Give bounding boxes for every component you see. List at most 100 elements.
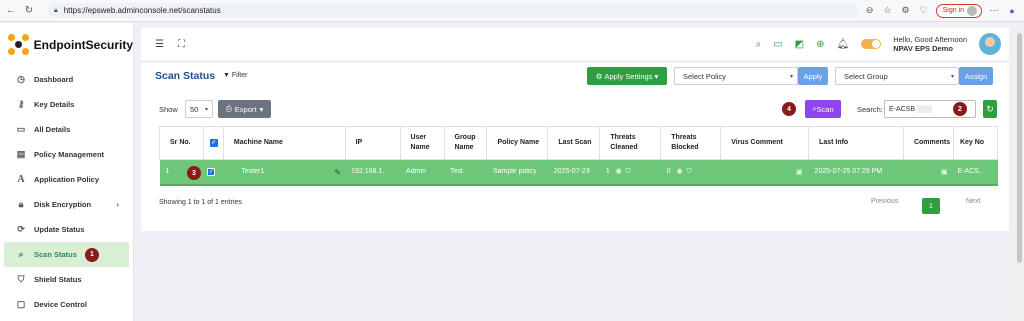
menu-dots-icon[interactable]: ⋯	[988, 5, 1000, 17]
scrollbar-thumb[interactable]	[1017, 33, 1022, 263]
edit-icon[interactable]: ✎	[334, 168, 341, 177]
shield-icon: ⛉	[17, 274, 25, 284]
table-header-row: Sr No. ✓ Machine Name IP User Name Group…	[159, 126, 999, 160]
search-icon[interactable]: ⌕	[756, 39, 762, 50]
zoom-icon[interactable]: ⊖	[864, 5, 876, 17]
filter-button[interactable]: ▼ Filter	[223, 72, 247, 79]
eye-icon[interactable]: ◉	[673, 168, 687, 175]
sign-in-button[interactable]: Sign in	[935, 3, 982, 18]
remote-screen-icon[interactable]: ◩	[795, 39, 804, 50]
check-icon: ✓	[207, 167, 216, 176]
avatar[interactable]	[979, 33, 1001, 55]
sidebar-item-disk-encryption[interactable]: 🔒︎ Disk Encryption ›	[0, 192, 133, 217]
bell-icon[interactable]: 🔔︎	[836, 39, 849, 50]
key-icon: ⚷	[17, 99, 25, 109]
column-header[interactable]: Comments	[902, 126, 954, 160]
comment-icon[interactable]: ▣	[796, 169, 803, 176]
device-icon: ▢	[16, 299, 26, 309]
step-badge: 1	[84, 247, 99, 262]
refresh-icon: ⟳	[17, 224, 25, 234]
column-header[interactable]: Group Name	[443, 126, 488, 160]
column-header[interactable]: Last Scan	[547, 126, 601, 160]
back-icon[interactable]: ←	[4, 4, 18, 18]
url-text: https://epsweb.adminconsole.net/scanstat…	[63, 6, 221, 15]
page-1-button[interactable]: 1	[922, 198, 940, 214]
column-header[interactable]: Policy Name	[486, 126, 549, 160]
sidebar-item-application-policy[interactable]: A Application Policy	[0, 167, 133, 192]
monitor-icon[interactable]: ▭	[773, 39, 782, 50]
caret-down-icon: ▾	[204, 106, 208, 113]
export-button[interactable]: ⎙ Export ▾	[218, 100, 271, 118]
cell-policy-name: Sample policy	[486, 159, 548, 186]
column-header[interactable]: Key No	[952, 126, 999, 160]
column-header[interactable]: Last Info	[808, 126, 904, 160]
column-header[interactable]: Threats Blocked	[660, 126, 722, 160]
top-header: ☰ ⛶ ⌕ ▭ ◩ ⊕ 🔔︎ Hello, Good Afternoon NPA…	[141, 28, 1009, 60]
sidebar-item-scan-status[interactable]: ⌕ Scan Status 1	[4, 242, 129, 267]
table-row[interactable]: 1 ✓ Tester1 ✎ 192.168.1. Admin Test Samp…	[159, 159, 998, 186]
collections-icon[interactable]: ♡	[918, 5, 930, 17]
cell-ip: 192.168.1.	[345, 159, 401, 186]
column-header[interactable]: Threats Cleaned	[599, 126, 662, 160]
step-badge: 4	[782, 102, 796, 116]
sidebar-item-policy-management[interactable]: ▤ Policy Management	[0, 142, 133, 167]
hamburger-menu-icon[interactable]: ☰	[155, 39, 164, 50]
cell-group-name: Test	[444, 159, 487, 186]
page-title: Scan Status	[155, 70, 216, 82]
sidebar: EndpointSecurity ◷ Dashboard ⚷ Key Details…	[0, 23, 134, 321]
row-checkbox[interactable]: ✓	[203, 159, 224, 186]
sidebar-item-shield-status[interactable]: ⛉ Shield Status	[0, 267, 133, 292]
column-header[interactable]: Sr No.	[159, 126, 204, 160]
fullscreen-icon[interactable]: ⛶	[178, 39, 185, 50]
cell-key-no: E-ACS..	[953, 159, 998, 186]
theme-toggle[interactable]	[861, 39, 882, 49]
caret-down-icon: ▾	[259, 104, 264, 114]
favorite-icon[interactable]: ☆	[882, 5, 894, 17]
cell-last-scan: 2025-07-23	[547, 159, 600, 186]
profile-icon	[967, 5, 977, 16]
apply-settings-button[interactable]: ⚙ Apply Settings ▾	[587, 67, 667, 85]
shield-icon[interactable]: ⛉	[687, 168, 692, 175]
copilot-icon[interactable]: ●	[1006, 5, 1018, 17]
select-all-checkbox[interactable]: ✓	[202, 126, 224, 160]
shield-icon[interactable]: ⛉	[626, 168, 631, 175]
extensions-icon[interactable]: ⚙	[900, 5, 912, 17]
sidebar-item-all-details[interactable]: ▭ All Details	[0, 117, 133, 142]
globe-icon[interactable]: ⊕	[816, 39, 824, 50]
column-header[interactable]: Virus Comment	[720, 126, 810, 160]
policy-select[interactable]: Select Policy ▾	[674, 67, 798, 85]
lock-icon: 🔒︎	[54, 6, 58, 14]
sidebar-item-key-details[interactable]: ⚷ Key Details	[0, 92, 133, 117]
assign-button[interactable]: Assign	[959, 67, 993, 85]
group-select[interactable]: Select Group ▾	[835, 67, 959, 85]
cell-last-info: 2025-07-25 07:29 PM	[808, 159, 904, 186]
show-label: Show	[159, 105, 178, 114]
page-scrollbar[interactable]	[1015, 23, 1024, 321]
next-button[interactable]: Next	[966, 198, 980, 205]
sidebar-item-update-status[interactable]: ⟳ Update Status	[0, 217, 133, 242]
column-header[interactable]: User Name	[399, 126, 445, 160]
step-badge: 3	[187, 166, 201, 180]
address-bar[interactable]: 🔒︎ https://epsweb.adminconsole.net/scans…	[48, 3, 858, 18]
column-header[interactable]: Machine Name	[222, 126, 346, 160]
document-icon: ▤	[16, 149, 26, 159]
search-label: Search:	[857, 105, 883, 114]
brand-logo[interactable]: EndpointSecurity	[0, 23, 133, 67]
browser-toolbar: ← ↻ 🔒︎ https://epsweb.adminconsole.net/s…	[0, 0, 1024, 22]
sidebar-item-device-control[interactable]: ▢ Device Control	[0, 292, 133, 317]
chevron-right-icon: ›	[116, 200, 119, 209]
column-header[interactable]: IP	[344, 126, 401, 160]
font-a-icon: A	[17, 174, 25, 185]
apply-button[interactable]: Apply	[798, 67, 828, 85]
page-size-select[interactable]: 50 ▾	[185, 100, 213, 118]
search-icon: ⌕	[18, 249, 24, 259]
eye-icon[interactable]: ◉	[612, 168, 626, 175]
scan-button[interactable]: ⌕ Scan	[805, 100, 841, 118]
filter-icon: ▼	[223, 72, 230, 79]
previous-button[interactable]: Previous	[871, 198, 898, 205]
sidebar-item-dashboard[interactable]: ◷ Dashboard	[0, 67, 133, 92]
reload-icon[interactable]: ↻	[22, 4, 36, 18]
refresh-button[interactable]: ↻	[983, 100, 997, 118]
printer-icon: ⎙	[225, 104, 232, 113]
comment-icon[interactable]: ▣	[941, 169, 948, 176]
